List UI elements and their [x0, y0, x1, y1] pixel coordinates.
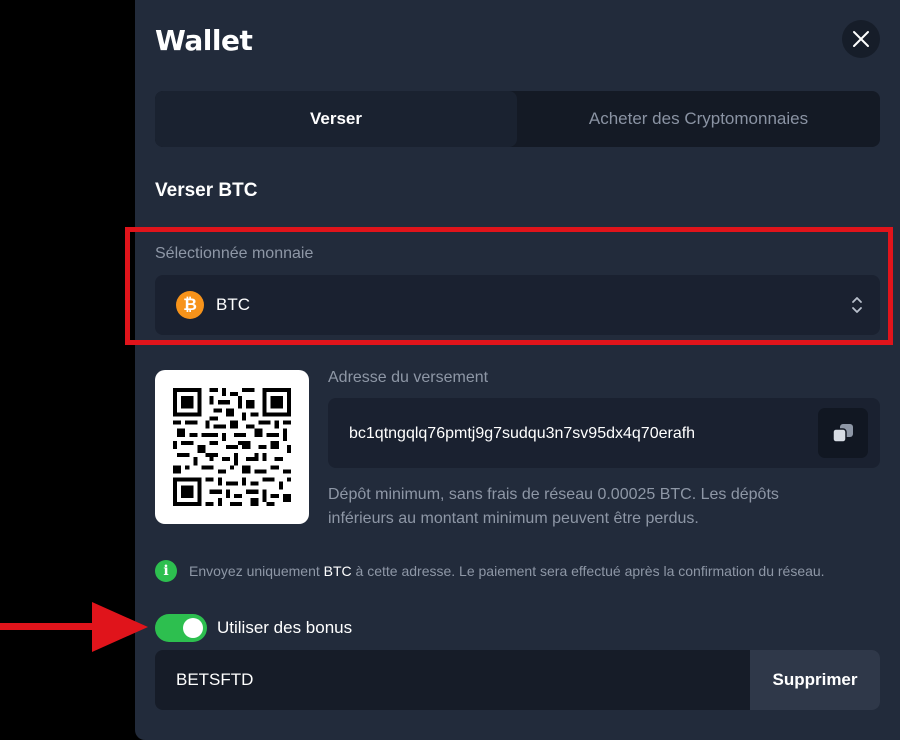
remove-bonus-button[interactable]: Supprimer	[750, 650, 880, 710]
close-icon	[853, 31, 869, 47]
tab-deposit[interactable]: Verser	[155, 91, 517, 147]
close-button[interactable]	[842, 20, 880, 58]
info-text-suffix: à cette adresse. Le paiement sera effect…	[355, 563, 825, 579]
red-arrow-icon	[0, 602, 148, 652]
toggle-knob	[183, 618, 203, 638]
bitcoin-icon: ₿	[176, 291, 204, 319]
info-text-currency: BTC	[323, 563, 352, 579]
wallet-modal: Wallet Verser Acheter des Cryptomonnaies…	[135, 0, 900, 740]
copy-address-button[interactable]	[818, 408, 868, 458]
deposit-address-field[interactable]: bc1qtngqlq76pmtj9g7sudqu3n7sv95dx4q70era…	[328, 398, 880, 468]
bonus-toggle-label: Utiliser des bonus	[217, 618, 353, 637]
bonus-toggle-row: Utiliser des bonus	[155, 614, 352, 642]
address-label: Adresse du versement	[328, 369, 489, 386]
promo-code-row: Supprimer	[155, 650, 880, 710]
currency-select-value: BTC	[216, 295, 250, 314]
currency-select-label: Sélectionnée monnaie	[155, 245, 314, 262]
info-text: Envoyez uniquement BTC à cette adresse. …	[189, 563, 825, 579]
qr-code-image	[173, 388, 291, 506]
chevron-up-down-icon	[852, 297, 862, 313]
tab-buy-crypto[interactable]: Acheter des Cryptomonnaies	[517, 91, 880, 147]
info-icon: i	[155, 560, 177, 582]
qr-code	[155, 370, 309, 524]
tab-bar: Verser Acheter des Cryptomonnaies	[155, 91, 880, 147]
section-title: Verser BTC	[155, 180, 258, 201]
promo-code-input[interactable]	[155, 650, 750, 710]
modal-title: Wallet	[155, 24, 253, 57]
minimum-deposit-note: Dépôt minimum, sans frais de réseau 0.00…	[328, 486, 779, 527]
info-notice: i Envoyez uniquement BTC à cette adresse…	[155, 559, 825, 583]
copy-icon	[832, 424, 853, 443]
deposit-address-value: bc1qtngqlq76pmtj9g7sudqu3n7sv95dx4q70era…	[349, 425, 696, 442]
currency-select[interactable]: ₿ BTC	[155, 275, 880, 335]
info-text-prefix: Envoyez uniquement	[189, 563, 320, 579]
bonus-toggle[interactable]	[155, 614, 207, 642]
